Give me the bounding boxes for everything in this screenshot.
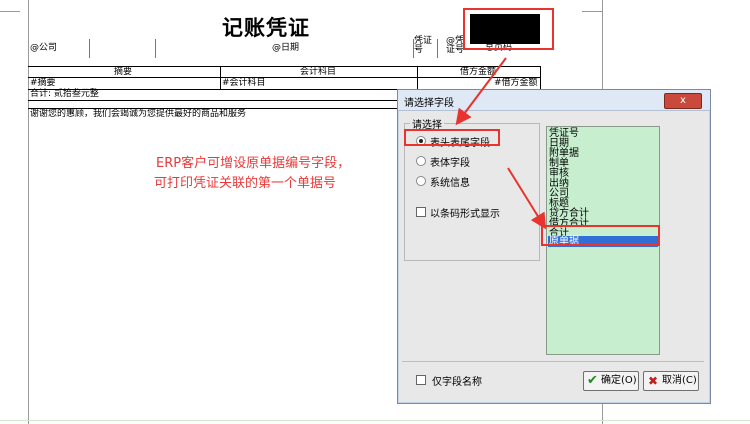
arrow-to-barcode [455, 57, 507, 126]
arrow-to-selected-field [507, 167, 547, 230]
annotation-arrows [455, 57, 547, 230]
